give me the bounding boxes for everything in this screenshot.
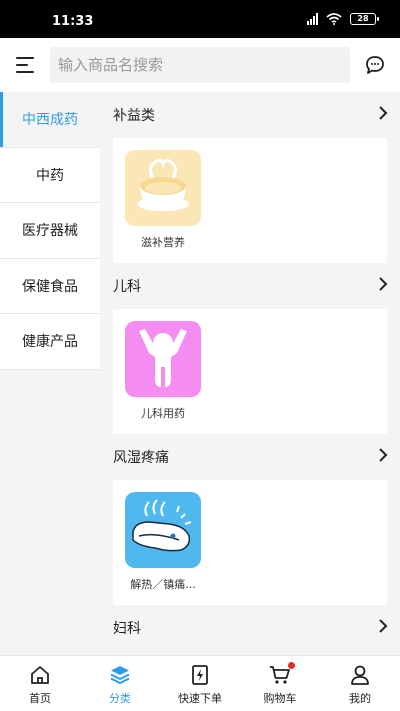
chevron-right-icon[interactable] [378, 277, 388, 291]
signal-icon [307, 13, 318, 25]
section-title: 补益类 [113, 108, 155, 124]
nav-cart[interactable]: 购物车 [240, 656, 320, 711]
status-bar: 11:33 28 [0, 0, 400, 38]
section-header[interactable]: 妇科 [100, 605, 400, 651]
section-card: 滋补营养 [113, 138, 387, 263]
product-tile[interactable]: 儿科用药 [125, 321, 201, 421]
profile-icon [351, 665, 369, 685]
header [0, 38, 400, 92]
nav-label: 首页 [29, 692, 51, 705]
sidebar-item-chinese-western-medicine[interactable]: 中西成药 [0, 92, 100, 148]
section-header[interactable]: 补益类 [100, 92, 400, 138]
section-header[interactable]: 风湿疼痛 [100, 434, 400, 480]
nav-profile[interactable]: 我的 [320, 656, 400, 711]
bottom-nav: 首页 分类 快速下单 购物车 我的 [0, 655, 400, 711]
nav-home[interactable]: 首页 [0, 656, 80, 711]
section-title: 风湿疼痛 [113, 450, 169, 466]
section-title: 儿科 [113, 279, 141, 295]
sidebar-item-chinese-herbal[interactable]: 中药 [0, 147, 100, 203]
sidebar-item-label: 医疗器械 [22, 223, 78, 240]
sidebar-item-label: 中西成药 [22, 112, 78, 129]
nav-label: 快速下单 [178, 692, 222, 705]
product-label: 儿科用药 [141, 407, 185, 420]
chevron-right-icon[interactable] [378, 106, 388, 120]
status-time: 11:33 [52, 14, 94, 29]
nav-label: 购物车 [263, 692, 297, 705]
category-layers-icon [110, 666, 130, 685]
product-tile[interactable]: 滋补营养 [125, 150, 201, 250]
battery-icon: 28 [350, 13, 379, 25]
child-figure-icon [125, 321, 201, 397]
nav-category[interactable]: 分类 [80, 656, 160, 711]
chevron-right-icon[interactable] [378, 619, 388, 633]
nav-quick-order[interactable]: 快速下单 [160, 656, 240, 711]
home-icon [31, 666, 49, 684]
menu-icon[interactable] [14, 54, 36, 76]
sidebar-item-label: 健康产品 [22, 334, 78, 351]
section-title: 妇科 [113, 621, 141, 637]
section-card: 儿科用药 [113, 309, 387, 434]
category-content: 补益类 滋补营养 儿科 儿科用药 风湿疼痛 解热／镇痛... 妇科 [100, 92, 400, 655]
nav-label: 分类 [109, 692, 131, 705]
section-header[interactable]: 儿科 [100, 263, 400, 309]
message-icon[interactable] [364, 54, 386, 76]
sidebar-item-medical-devices[interactable]: 医疗器械 [0, 203, 100, 259]
section-card: 解热／镇痛... [113, 480, 387, 605]
status-icons: 28 [307, 13, 379, 25]
pain-relief-icon [125, 492, 201, 568]
category-sidebar: 中西成药 中药 医疗器械 保健食品 健康产品 [0, 92, 100, 655]
cart-badge [288, 662, 295, 669]
product-label: 滋补营养 [141, 236, 185, 249]
tonic-bowl-icon [125, 150, 201, 226]
sidebar-item-health-products[interactable]: 健康产品 [0, 314, 100, 370]
wifi-icon [326, 13, 342, 25]
nav-label: 我的 [349, 692, 371, 705]
search-input[interactable] [50, 47, 350, 83]
sidebar-item-label: 中药 [36, 167, 64, 184]
sidebar-item-label: 保健食品 [22, 278, 78, 295]
product-tile[interactable]: 解热／镇痛... [125, 492, 201, 592]
chevron-right-icon[interactable] [378, 448, 388, 462]
sidebar-item-health-food[interactable]: 保健食品 [0, 258, 100, 314]
product-label: 解热／镇痛... [130, 578, 196, 591]
quick-order-icon [192, 665, 208, 685]
